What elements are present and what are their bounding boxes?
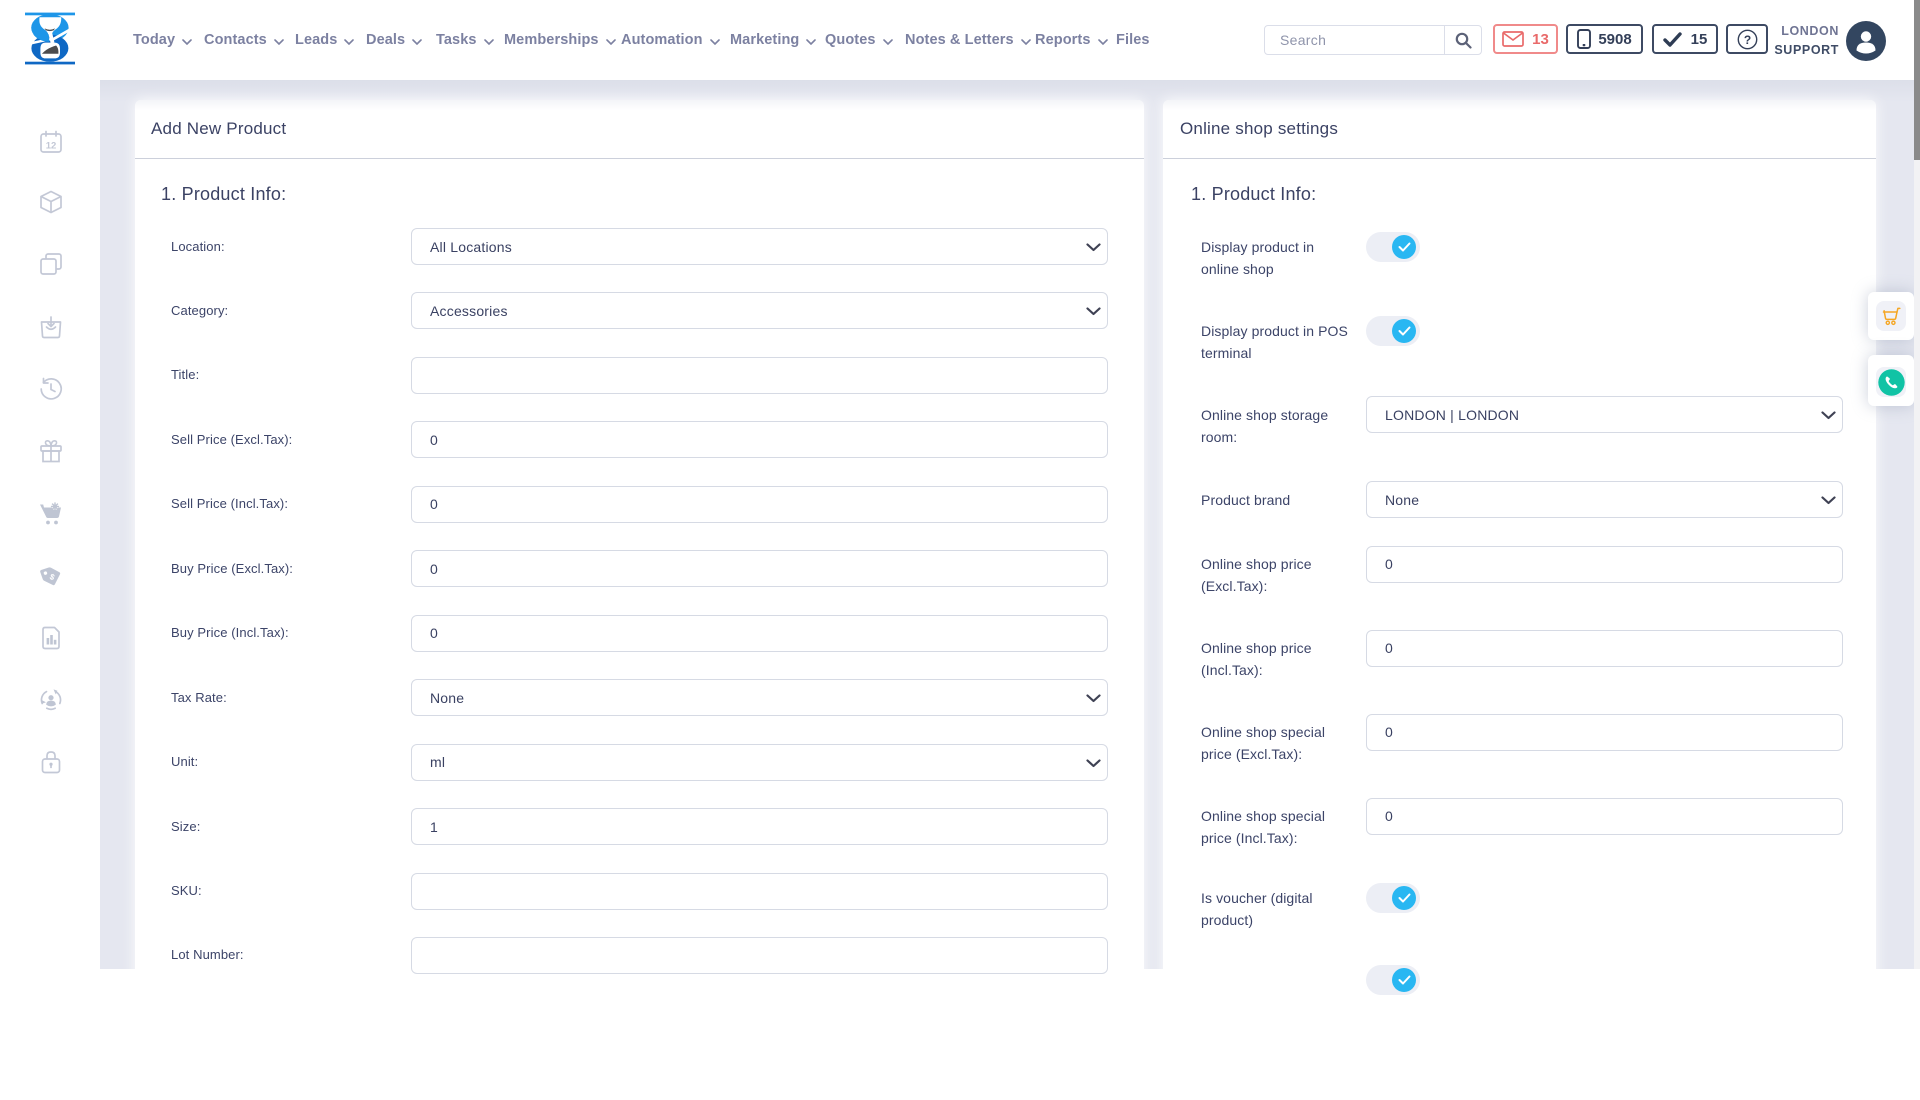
svg-text:?: ? (1743, 33, 1750, 47)
svg-text:12: 12 (46, 141, 57, 152)
